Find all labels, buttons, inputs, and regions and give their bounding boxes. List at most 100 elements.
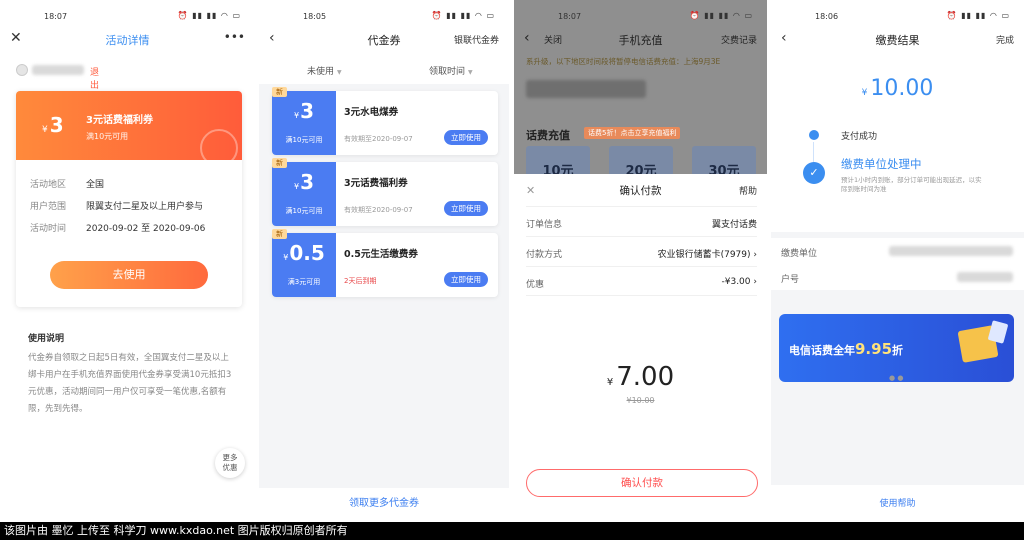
coupon-condition: 满10元可用 [86, 132, 129, 141]
usage-help-link[interactable]: 使用帮助 [771, 496, 1024, 509]
check-icon: ✓ [803, 162, 825, 184]
pay-amount: ¥7.00 [606, 362, 675, 392]
recharge-tile: 10元 [526, 146, 590, 179]
detail-time: 活动时间 2020-09-02 至 2020-09-06 [30, 224, 206, 234]
use-now-button[interactable]: 立即使用 [444, 201, 488, 216]
banner-text: 电信话费全年9.95折 [789, 340, 904, 358]
coupon-expiry: 有效期至2020-09-07 [344, 206, 413, 214]
payment-records-link[interactable]: 交费记录 [721, 33, 757, 46]
usage-title: 使用说明 [28, 334, 65, 344]
get-more-coupons-link[interactable]: 领取更多代金券 [259, 488, 509, 522]
unionpay-coupons-link[interactable]: 银联代金券 [454, 33, 499, 46]
coupon-amount: ¥3 [42, 113, 64, 137]
coupon-value-block: ¥3 满10元可用 [272, 162, 336, 226]
status-icons: ⏰ ▮▮ ▮▮ ◠ ▭ [177, 11, 241, 20]
promo-area: 电信话费全年9.95折 ● ● [771, 290, 1024, 485]
promo-badge: 话费5折！点击立享充值福利 [584, 127, 681, 139]
promo-banner[interactable]: 电信话费全年9.95折 [779, 314, 1014, 382]
payment-sheet: ✕ 确认付款 帮助 订单信息 翼支付话费 付款方式 农业银行储蓄卡(7979) › … [514, 174, 767, 522]
coupon-name: 3元话费福利券 [344, 178, 408, 189]
page-title: 缴费结果 [875, 34, 920, 47]
navbar: ‹ 缴费结果 完成 [771, 28, 1024, 52]
coupons-screen: 18:05 ⏰ ▮▮ ▮▮ ◠ ▭ ‹ 代金券 银联代金券 未使用 ▼ 领取时间 ▼… [259, 0, 509, 522]
use-button[interactable]: 去使用 [50, 261, 208, 289]
status-icons: ⏰ ▮▮ ▮▮ ◠ ▭ [946, 11, 1010, 20]
detail-user-scope: 用户范围 限翼支付二星及以上用户参与 [30, 202, 204, 212]
sheet-title: 确认付款 [619, 185, 662, 197]
logout-link[interactable]: 退出 [90, 65, 99, 91]
avatar [16, 64, 28, 76]
coupon-card: ¥0.5 满3元可用 新 0.5元生活缴费券 2天后到期 立即使用 [272, 229, 498, 297]
payment-method-row[interactable]: 付款方式 农业银行储蓄卡(7979) › [526, 236, 757, 266]
use-now-button[interactable]: 立即使用 [444, 130, 488, 145]
chevron-right-icon: › [753, 277, 757, 287]
watermark-bar: 该图片由 墨忆 上传至 科学刀 www.kxdao.net 图片版权归原创者所有 [0, 522, 1024, 540]
status-time: 18:07 [558, 12, 582, 21]
coupon-name: 3元水电煤券 [344, 107, 399, 118]
status-time: 18:05 [303, 12, 327, 21]
notice-text: 系升级，以下地区时间段将暂停电信话费充值：上海9月3E [526, 57, 721, 66]
screenshot-root: 18:07 ⏰ ▮▮ ▮▮ ◠ ▭ ✕ 活动详情 ••• 退出 ¥3 3元话费福… [0, 0, 1024, 540]
activity-detail-screen: 18:07 ⏰ ▮▮ ▮▮ ◠ ▭ ✕ 活动详情 ••• 退出 ¥3 3元话费福… [0, 0, 255, 522]
discount-row[interactable]: 优惠 -¥3.00 › [526, 266, 757, 296]
coupon-header: ¥3 3元话费福利券 满10元可用 [16, 91, 242, 167]
masked-phone-number [526, 80, 646, 98]
navbar: ‹ 代金券 银联代金券 [259, 28, 509, 52]
coupon-card-icon [987, 320, 1009, 344]
status-bar: 18:06 ⏰ ▮▮ ▮▮ ◠ ▭ [771, 8, 1024, 26]
dimmed-background: 18:07 ⏰ ▮▮ ▮▮ ◠ ▭ ‹ 关闭 手机充值 交费记录 系升级，以下地… [514, 0, 767, 179]
stamp-icon [200, 129, 238, 167]
more-offers-button[interactable]: 更多 优惠 [215, 448, 245, 478]
coupon-value-block: ¥3 满10元可用 [272, 91, 336, 155]
filter-bar: 未使用 ▼ 领取时间 ▼ [259, 56, 509, 84]
chevron-down-icon: ▼ [337, 69, 342, 76]
status-time: 18:06 [815, 12, 839, 21]
page-title: 活动详情 [105, 34, 150, 47]
usage-text: 代金券自领取之日起5日有效，全国翼支付二星及以上绑卡用户在手机充值界面使用代金券… [28, 353, 232, 414]
status-icons: ⏰ ▮▮ ▮▮ ◠ ▭ [689, 11, 753, 20]
confirm-payment-button[interactable]: 确认付款 [526, 469, 758, 497]
help-link[interactable]: 帮助 [739, 184, 757, 197]
done-button[interactable]: 完成 [996, 33, 1014, 46]
coupon-card: ¥3 满10元可用 新 3元水电煤券 有效期至2020-09-07 立即使用 [272, 87, 498, 155]
coupon-card: ¥3 满10元可用 新 3元话费福利券 有效期至2020-09-07 立即使用 [272, 158, 498, 226]
filter-status-dropdown[interactable]: 未使用 ▼ [307, 64, 342, 77]
carousel-dots: ● ● [889, 374, 904, 382]
recharge-tile: 30元 [692, 146, 756, 179]
step-processing-note: 预计1小时内到账，部分订单可能出现延迟，以实际到账时间为准 [841, 176, 982, 193]
coupon-expiry: 2天后到期 [344, 277, 377, 285]
original-amount: ¥10.00 [626, 396, 655, 405]
billing-unit-label: 缴费单位 [781, 249, 818, 259]
filter-time-dropdown[interactable]: 领取时间 ▼ [429, 64, 473, 77]
order-info-row: 订单信息 翼支付话费 [526, 206, 757, 236]
account-number-label: 户号 [781, 275, 800, 285]
step-processing: 缴费单位处理中 [841, 157, 922, 171]
payment-result-screen: 18:06 ⏰ ▮▮ ▮▮ ◠ ▭ ‹ 缴费结果 完成 ¥10.00 支付成功 … [771, 0, 1024, 522]
chevron-right-icon: › [753, 250, 757, 260]
more-options-icon[interactable]: ••• [224, 30, 245, 44]
step-payment-success: 支付成功 [841, 132, 878, 142]
status-bar: 18:07 ⏰ ▮▮ ▮▮ ◠ ▭ [514, 8, 767, 26]
coupon-expiry: 有效期至2020-09-07 [344, 135, 413, 143]
chevron-down-icon: ▼ [468, 69, 473, 76]
navbar: ‹ 关闭 手机充值 交费记录 [514, 28, 767, 52]
step-connector [813, 142, 814, 162]
coupon-name: 0.5元生活缴费券 [344, 249, 418, 260]
payment-confirm-screen: 18:07 ⏰ ▮▮ ▮▮ ◠ ▭ ‹ 关闭 手机充值 交费记录 系升级，以下地… [514, 0, 767, 522]
coupon-detail-card: ¥3 3元话费福利券 满10元可用 活动地区 全国 用户范围 限翼支付二星及以上用户… [16, 91, 242, 307]
use-now-button[interactable]: 立即使用 [444, 272, 488, 287]
step-dot-icon [809, 130, 819, 140]
navbar: ✕ 活动详情 ••• [0, 28, 255, 52]
coupon-name: 3元话费福利券 [86, 115, 153, 126]
status-bar: 18:05 ⏰ ▮▮ ▮▮ ◠ ▭ [259, 8, 509, 26]
paid-amount: ¥10.00 [861, 76, 934, 101]
status-bar: 18:07 ⏰ ▮▮ ▮▮ ◠ ▭ [0, 8, 255, 26]
section-title: 话费充值 [526, 129, 570, 142]
status-time: 18:07 [44, 12, 68, 21]
new-badge: 新 [272, 229, 287, 239]
status-icons: ⏰ ▮▮ ▮▮ ◠ ▭ [431, 11, 495, 20]
new-badge: 新 [272, 87, 287, 97]
divider [771, 232, 1024, 238]
masked-account-number [957, 272, 1013, 282]
detail-region: 活动地区 全国 [30, 180, 105, 190]
